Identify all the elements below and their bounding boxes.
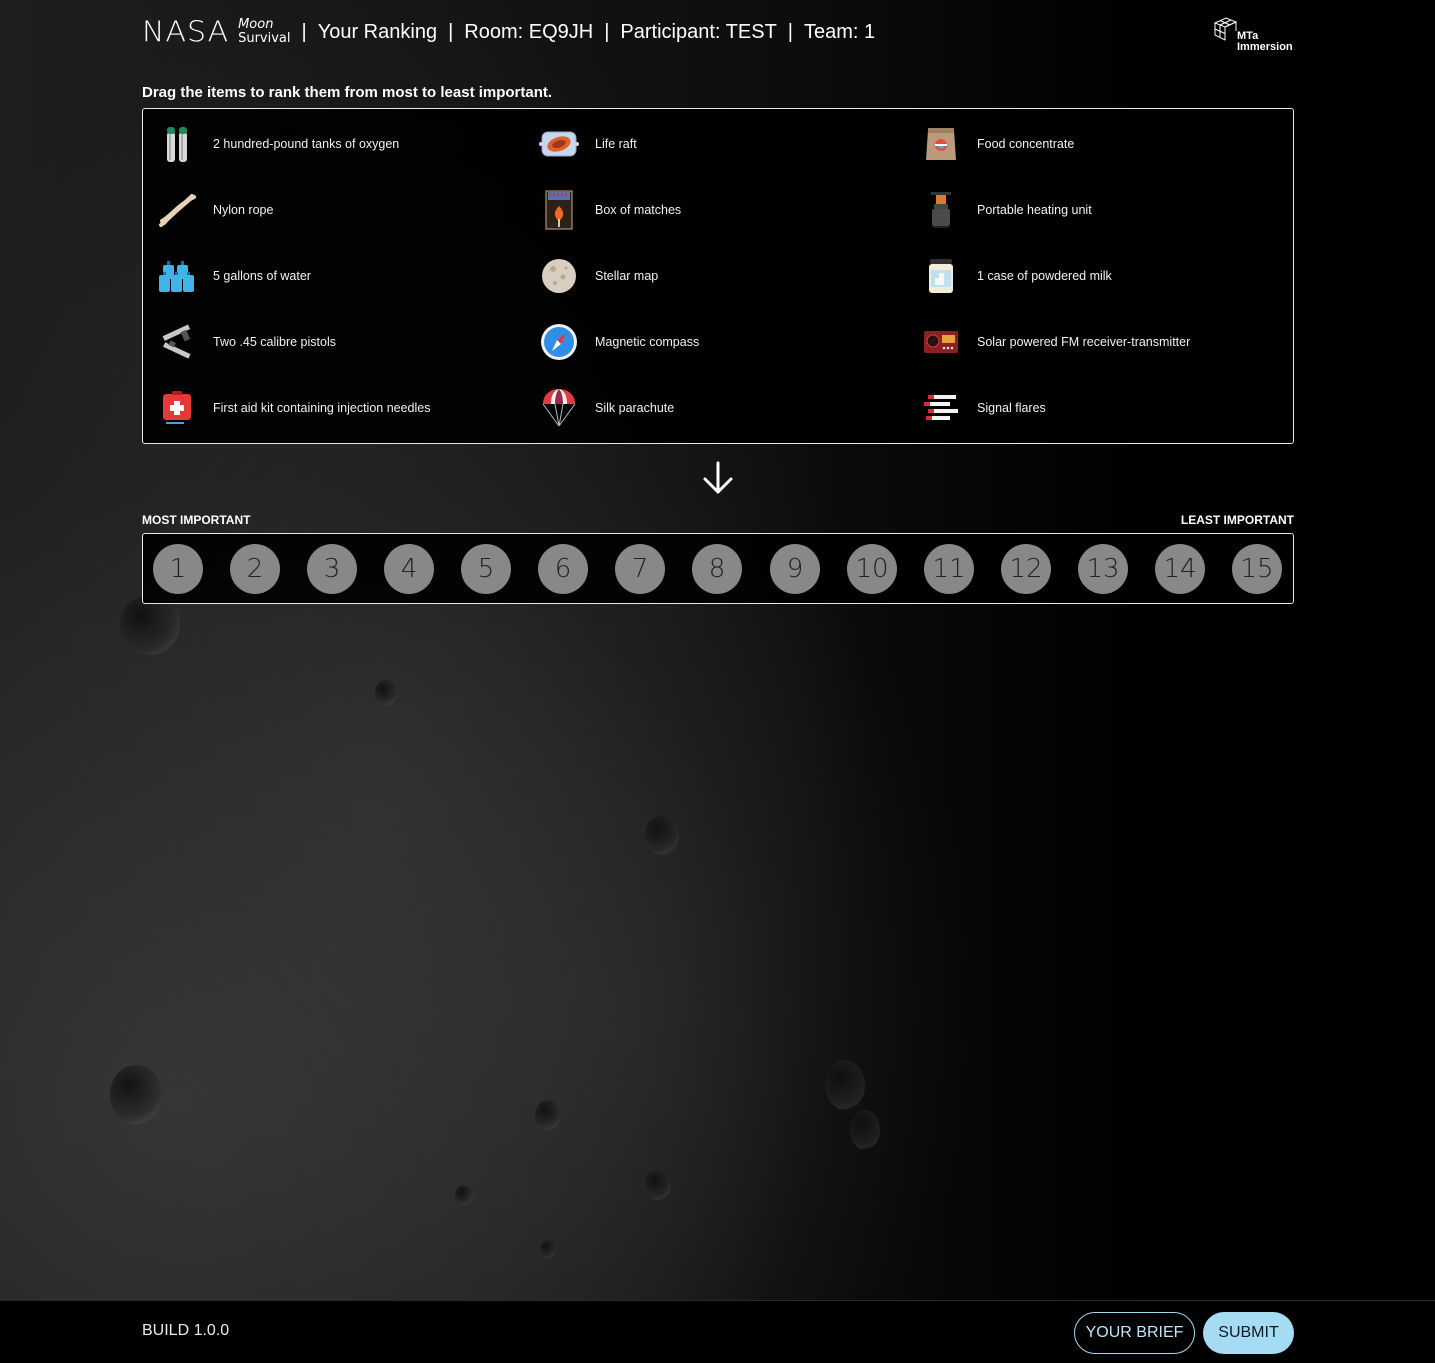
draggable-item[interactable]: 5 gallons of water <box>143 252 513 300</box>
rank-slot[interactable]: 15 <box>1232 544 1282 594</box>
moon-map-icon <box>537 254 581 298</box>
draggable-item[interactable]: Two .45 calibre pistols <box>143 318 513 366</box>
rank-slot[interactable]: 14 <box>1155 544 1205 594</box>
rank-slot[interactable]: 4 <box>384 544 434 594</box>
room-code: Room: EQ9JH <box>464 20 594 43</box>
header-separator: | <box>787 20 793 43</box>
draggable-item[interactable]: Magnetic compass <box>525 318 895 366</box>
draggable-item[interactable]: Nylon rope <box>143 186 513 234</box>
draggable-item[interactable]: First aid kit containing injection needl… <box>143 384 513 432</box>
rank-slot[interactable]: 7 <box>615 544 665 594</box>
nasa-logo: NASA <box>142 15 230 49</box>
oxygen-tanks-icon <box>155 122 199 166</box>
item-label: Life raft <box>595 137 637 151</box>
item-label: 5 gallons of water <box>213 269 311 283</box>
item-label: Portable heating unit <box>977 203 1092 217</box>
item-label: Silk parachute <box>595 401 675 415</box>
header: NASA Moon Survival | Your Ranking | Room… <box>142 14 875 50</box>
item-label: Signal flares <box>977 401 1046 415</box>
draggable-item[interactable]: 1 case of powdered milk <box>907 252 1277 300</box>
draggable-item[interactable]: 2 hundred-pound tanks of oxygen <box>143 120 513 168</box>
rank-slot[interactable]: 1 <box>153 544 203 594</box>
rank-slot[interactable]: 9 <box>770 544 820 594</box>
arrow-down-icon <box>703 461 733 494</box>
rank-slot[interactable]: 12 <box>1001 544 1051 594</box>
header-separator: | <box>604 20 610 43</box>
rank-slot[interactable]: 6 <box>538 544 588 594</box>
life-raft-icon <box>537 122 581 166</box>
item-label: Stellar map <box>595 269 659 283</box>
draggable-item[interactable]: Silk parachute <box>525 384 895 432</box>
pistols-icon <box>155 320 199 364</box>
rank-slot[interactable]: 13 <box>1078 544 1128 594</box>
draggable-item[interactable]: Portable heating unit <box>907 186 1277 234</box>
item-label: Two .45 calibre pistols <box>213 335 336 349</box>
item-label: 2 hundred-pound tanks of oxygen <box>213 137 400 151</box>
header-separator: | <box>448 20 454 43</box>
item-label: Box of matches <box>595 203 682 217</box>
rank-slot[interactable]: 5 <box>461 544 511 594</box>
rank-slot[interactable]: 2 <box>230 544 280 594</box>
rope-icon <box>155 188 199 232</box>
mta-immersion-logo: MTa Immersion <box>1212 15 1296 57</box>
draggable-item[interactable]: Box of matches <box>525 186 895 234</box>
least-important-label: LEAST IMPORTANT <box>1180 513 1294 527</box>
first-aid-kit-icon <box>155 386 199 430</box>
draggable-item[interactable]: Stellar map <box>525 252 895 300</box>
draggable-item[interactable]: Solar powered FM receiver-transmitter <box>907 318 1277 366</box>
team-number: Team: 1 <box>803 20 876 43</box>
items-pool: 2 hundred-pound tanks of oxygen Life raf… <box>142 108 1294 444</box>
water-jugs-icon <box>155 254 199 298</box>
food-concentrate-icon <box>919 122 963 166</box>
item-label: First aid kit containing injection needl… <box>213 401 431 415</box>
item-label: Solar powered FM receiver-transmitter <box>977 335 1191 349</box>
instruction-text: Drag the items to rank them from most to… <box>142 84 553 101</box>
draggable-item[interactable]: Life raft <box>525 120 895 168</box>
page-title: Your Ranking <box>317 20 438 43</box>
draggable-item[interactable]: Food concentrate <box>907 120 1277 168</box>
parachute-icon <box>537 386 581 430</box>
participant-name: Participant: TEST <box>620 20 777 43</box>
footer: BUILD 1.0.0 YOUR BRIEF SUBMIT <box>0 1300 1435 1363</box>
submit-button[interactable]: SUBMIT <box>1203 1312 1294 1354</box>
flares-icon <box>919 386 963 430</box>
draggable-item[interactable]: Signal flares <box>907 384 1277 432</box>
milk-jar-icon <box>919 254 963 298</box>
rank-slot[interactable]: 10 <box>847 544 897 594</box>
rank-slot[interactable]: 3 <box>307 544 357 594</box>
item-label: Magnetic compass <box>595 335 700 349</box>
your-brief-button[interactable]: YOUR BRIEF <box>1074 1312 1195 1354</box>
most-important-label: MOST IMPORTANT <box>142 513 251 527</box>
item-label: Food concentrate <box>977 137 1075 151</box>
rank-slot[interactable]: 8 <box>692 544 742 594</box>
matches-icon <box>537 188 581 232</box>
build-version: BUILD 1.0.0 <box>142 1322 230 1339</box>
compass-icon <box>537 320 581 364</box>
rank-slot[interactable]: 11 <box>924 544 974 594</box>
header-separator: | <box>301 20 307 43</box>
radio-icon <box>919 320 963 364</box>
item-label: 1 case of powdered milk <box>977 269 1112 283</box>
ranking-dropzone[interactable]: 1 2 3 4 5 6 7 8 9 10 11 12 13 14 15 <box>142 533 1294 604</box>
heater-icon <box>919 188 963 232</box>
item-label: Nylon rope <box>213 203 274 217</box>
moon-survival-subtitle: Moon Survival <box>238 17 291 46</box>
